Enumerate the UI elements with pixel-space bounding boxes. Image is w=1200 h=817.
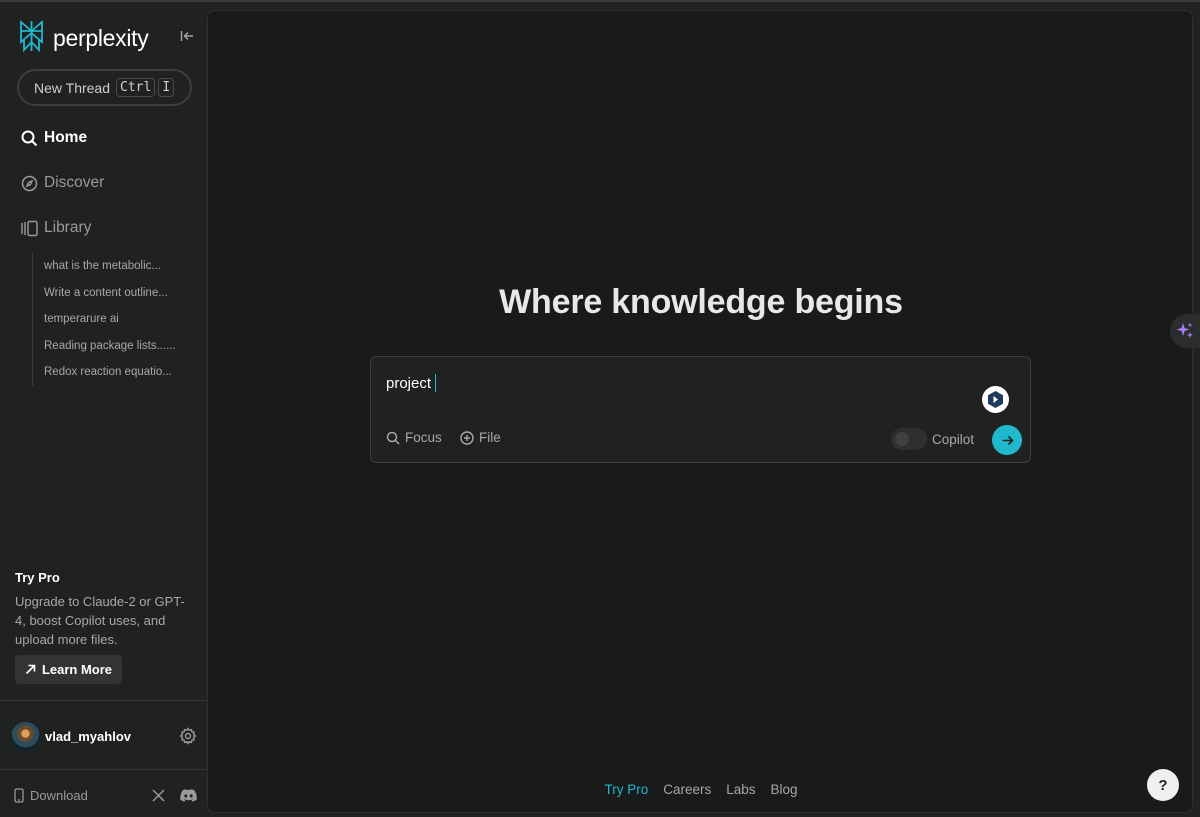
library-item[interactable]: Redox reaction equatio...	[33, 359, 187, 386]
new-thread-button[interactable]: New Thread Ctrl I	[17, 69, 192, 106]
learn-more-label: Learn More	[41, 662, 113, 677]
sidebar: perplexity New Thread Ctrl I Home Discov…	[0, 2, 207, 817]
shortcut-i: I	[158, 78, 175, 97]
sparkle-icon	[1176, 322, 1193, 338]
arrow-right-icon	[1002, 435, 1014, 445]
x-logo-icon	[151, 788, 165, 802]
text-caret	[435, 374, 437, 392]
library-item[interactable]: Reading package lists......	[33, 333, 187, 360]
copilot-toggle[interactable]	[891, 428, 927, 450]
search-box[interactable]: project Focus File Copilot	[370, 356, 1031, 463]
submit-button[interactable]	[992, 425, 1022, 455]
assistant-sparkle-button[interactable]	[1170, 314, 1200, 348]
extension-button[interactable]	[982, 386, 1009, 413]
focus-label: Focus	[405, 430, 442, 445]
gear-icon[interactable]	[179, 727, 197, 745]
new-thread-label: New Thread	[34, 79, 111, 96]
plus-circle-icon	[460, 430, 474, 445]
copilot-label: Copilot	[932, 432, 975, 447]
collapse-sidebar-button[interactable]	[178, 28, 196, 44]
library-item[interactable]: Write a content outline...	[33, 280, 187, 307]
download-row: Download	[13, 785, 197, 805]
footer-link-careers[interactable]: Careers	[663, 782, 711, 797]
search-icon	[21, 130, 38, 146]
arrow-up-right-icon	[25, 664, 36, 675]
try-pro-card: Try Pro Upgrade to Claude-2 or GPT-4, bo…	[15, 570, 195, 684]
download-button[interactable]: Download	[13, 788, 137, 803]
footer-links: Try Pro Careers Labs Blog	[208, 782, 1194, 797]
logo[interactable]: perplexity	[18, 20, 149, 57]
phone-icon	[14, 787, 24, 803]
shortcut-ctrl: Ctrl	[116, 78, 156, 97]
extension-icon	[988, 391, 1003, 408]
logo-text: perplexity	[53, 25, 149, 51]
search-query-text: project	[386, 374, 432, 392]
app-window: perplexity New Thread Ctrl I Home Discov…	[0, 0, 1200, 817]
library-item[interactable]: what is the metabolic...	[33, 253, 187, 280]
focus-search-icon	[386, 431, 400, 445]
avatar[interactable]	[11, 721, 40, 751]
user-profile[interactable]: vlad_myahlov	[11, 720, 197, 752]
nav-library-label: Library	[44, 219, 92, 236]
download-label: Download	[30, 787, 88, 803]
library-thread-list: what is the metabolic... Write a content…	[32, 253, 187, 386]
nav-home-label: Home	[44, 129, 88, 146]
learn-more-button[interactable]: Learn More	[15, 655, 122, 684]
footer-link-labs[interactable]: Labs	[726, 782, 755, 797]
footer-link-try-pro[interactable]: Try Pro	[604, 782, 648, 797]
file-label: File	[479, 430, 501, 445]
nav-home[interactable]: Home	[21, 129, 87, 147]
library-icon	[21, 220, 38, 236]
discord-link[interactable]	[179, 786, 197, 804]
search-input[interactable]: project	[386, 374, 437, 392]
focus-button[interactable]: Focus	[386, 430, 442, 445]
nav-discover-label: Discover	[44, 174, 105, 191]
perplexity-logo-icon	[18, 20, 45, 57]
toggle-knob	[895, 432, 909, 446]
nav-discover[interactable]: Discover	[21, 174, 104, 192]
compass-icon	[21, 175, 38, 191]
sidebar-divider	[0, 769, 207, 770]
footer-link-blog[interactable]: Blog	[771, 782, 798, 797]
page-title: Where knowledge begins	[499, 283, 903, 321]
sidebar-divider	[0, 700, 207, 701]
discord-icon	[179, 788, 197, 802]
help-button[interactable]: ?	[1147, 769, 1179, 801]
try-pro-title: Try Pro	[15, 570, 60, 585]
x-link[interactable]	[149, 786, 167, 804]
attach-file-button[interactable]: File	[460, 430, 501, 445]
try-pro-description: Upgrade to Claude-2 or GPT-4, boost Copi…	[15, 594, 185, 647]
main-panel: Where knowledge begins project Focus Fil…	[207, 10, 1193, 813]
username: vlad_myahlov	[45, 728, 131, 744]
nav-library[interactable]: Library	[21, 219, 91, 237]
collapse-sidebar-icon	[180, 31, 193, 41]
library-item[interactable]: temperarure ai	[33, 306, 187, 333]
